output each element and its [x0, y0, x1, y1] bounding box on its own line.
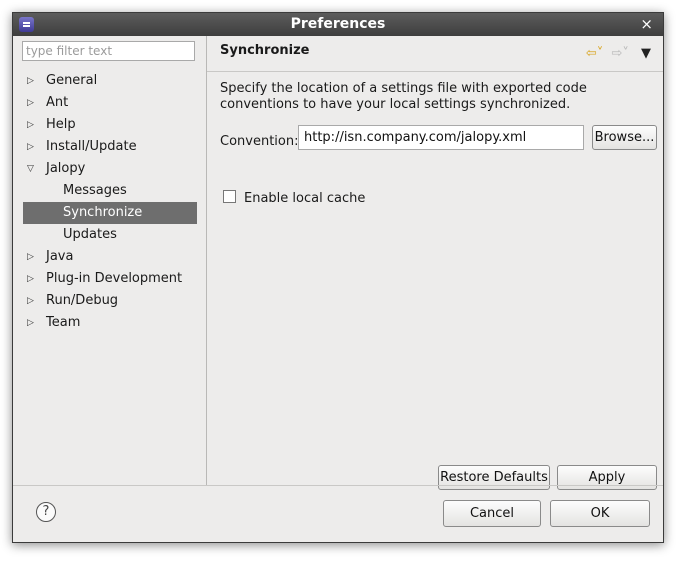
apply-button[interactable]: Apply [557, 465, 657, 490]
forward-arrow-icon[interactable]: ⇨˅ [611, 46, 628, 61]
page-header: Synchronize ⇦˅ ⇨˅ ▼ [207, 36, 663, 71]
back-arrow-icon[interactable]: ⇦˅ [586, 46, 603, 61]
triangle-right-icon[interactable]: ▷ [27, 246, 34, 268]
footer-separator [13, 485, 663, 486]
enable-local-cache-label: Enable local cache [244, 191, 366, 206]
tree-item-team[interactable]: ▷ Team [23, 312, 197, 334]
preferences-nav-panel: ▷General ▷Ant ▷Help ▷Install/Update ▽Jal… [13, 36, 206, 485]
triangle-right-icon[interactable]: ▷ [27, 136, 34, 158]
browse-button[interactable]: Browse... [592, 125, 657, 150]
header-separator [207, 71, 663, 72]
tree-item-messages[interactable]: Messages [23, 180, 197, 202]
cancel-button[interactable]: Cancel [443, 500, 541, 527]
window-title: Preferences [290, 16, 386, 32]
tree-item-updates[interactable]: Updates [23, 224, 197, 246]
tree-item-jalopy[interactable]: ▽ Jalopy [23, 158, 197, 180]
tree-item-plugin-development[interactable]: ▷ Plug-in Development [23, 268, 197, 290]
title-bar[interactable]: Preferences × [13, 13, 663, 36]
convention-label: Convention: [220, 134, 299, 149]
tree-item-synchronize[interactable]: Synchronize [23, 202, 197, 224]
ok-button[interactable]: OK [550, 500, 650, 527]
preference-page: Synchronize ⇦˅ ⇨˅ ▼ Specify the location… [207, 36, 663, 490]
tree-item-install-update[interactable]: ▷ Install/Update [23, 136, 197, 158]
tree-item-help[interactable]: ▷ Help [23, 114, 197, 136]
triangle-right-icon[interactable]: ▷ [27, 114, 34, 136]
tree-item-general[interactable]: ▷ General [23, 70, 197, 92]
triangle-right-icon[interactable]: ▷ [27, 312, 34, 334]
triangle-right-icon[interactable]: ▷ [27, 268, 34, 290]
triangle-right-icon[interactable]: ▷ [27, 92, 34, 114]
view-menu-icon[interactable]: ▼ [641, 46, 651, 61]
close-icon[interactable]: × [640, 15, 653, 33]
filter-input[interactable] [22, 41, 195, 61]
restore-defaults-button[interactable]: Restore Defaults [438, 465, 550, 490]
tree-item-java[interactable]: ▷ Java [23, 246, 197, 268]
enable-local-cache-checkbox[interactable]: Enable local cache [223, 190, 365, 206]
page-navigation: ⇦˅ ⇨˅ ▼ [582, 46, 651, 61]
help-icon[interactable]: ? [36, 502, 56, 522]
page-title: Synchronize [220, 43, 310, 58]
triangle-down-icon[interactable]: ▽ [27, 158, 34, 180]
preferences-tree: ▷ General ▷ Ant ▷ Help ▷ Install/Update ▽ Jal… [23, 70, 197, 334]
preferences-dialog: Preferences × ▷General ▷Ant ▷Help ▷Insta… [12, 12, 664, 543]
checkbox-box[interactable] [223, 190, 236, 203]
convention-field[interactable] [298, 125, 584, 150]
triangle-right-icon[interactable]: ▷ [27, 70, 34, 92]
page-description: Specify the location of a settings file … [220, 81, 587, 112]
tree-item-ant[interactable]: ▷ Ant [23, 92, 197, 114]
tree-item-run-debug[interactable]: ▷ Run/Debug [23, 290, 197, 312]
triangle-right-icon[interactable]: ▷ [27, 290, 34, 312]
